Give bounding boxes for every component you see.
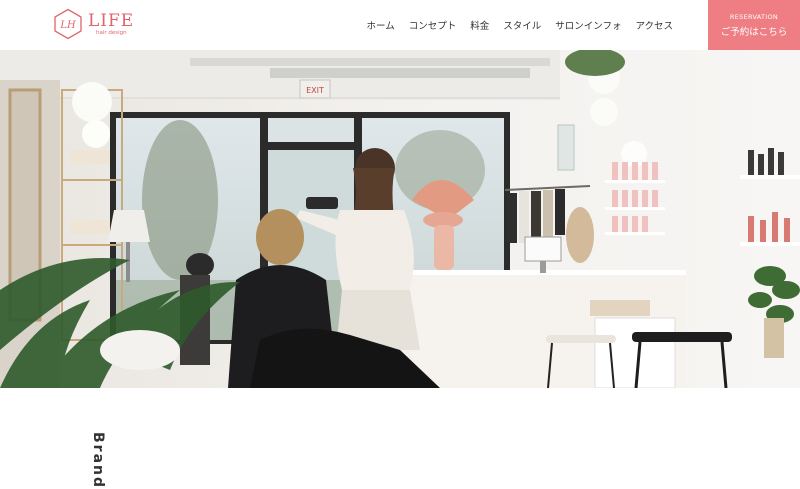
logo-name: LIFE [88, 10, 135, 31]
svg-text:LH: LH [59, 20, 76, 31]
nav-salon-info[interactable]: サロンインフォ [555, 18, 621, 32]
hexagon-logo-icon: LH [54, 8, 82, 40]
nav-access[interactable]: アクセス [635, 18, 673, 32]
hero-image: EXIT [0, 50, 800, 388]
nav-concept[interactable]: コンセプト [409, 18, 457, 32]
logo-tagline: hair design [96, 29, 127, 36]
main-nav: ホーム コンセプト 料金 スタイル サロンインフォ アクセス [366, 18, 673, 32]
brand-heading: Brand [90, 432, 106, 489]
salon-interior-photo: EXIT [0, 50, 800, 388]
exit-sign: EXIT [306, 86, 324, 95]
nav-price[interactable]: 料金 [470, 18, 489, 32]
brand-section [0, 388, 800, 481]
nav-home[interactable]: ホーム [366, 18, 394, 32]
nav-style[interactable]: スタイル [503, 18, 541, 32]
site-header: LH LIFE hair design ホーム コンセプト 料金 スタイル サロ… [0, 0, 800, 50]
reservation-button[interactable]: RESERVATION ご予約はこちら [708, 0, 800, 50]
reservation-label-en: RESERVATION [729, 12, 779, 21]
reservation-label-jp: ご予約はこちら [720, 26, 788, 38]
site-logo[interactable]: LH LIFE hair design [52, 8, 134, 40]
